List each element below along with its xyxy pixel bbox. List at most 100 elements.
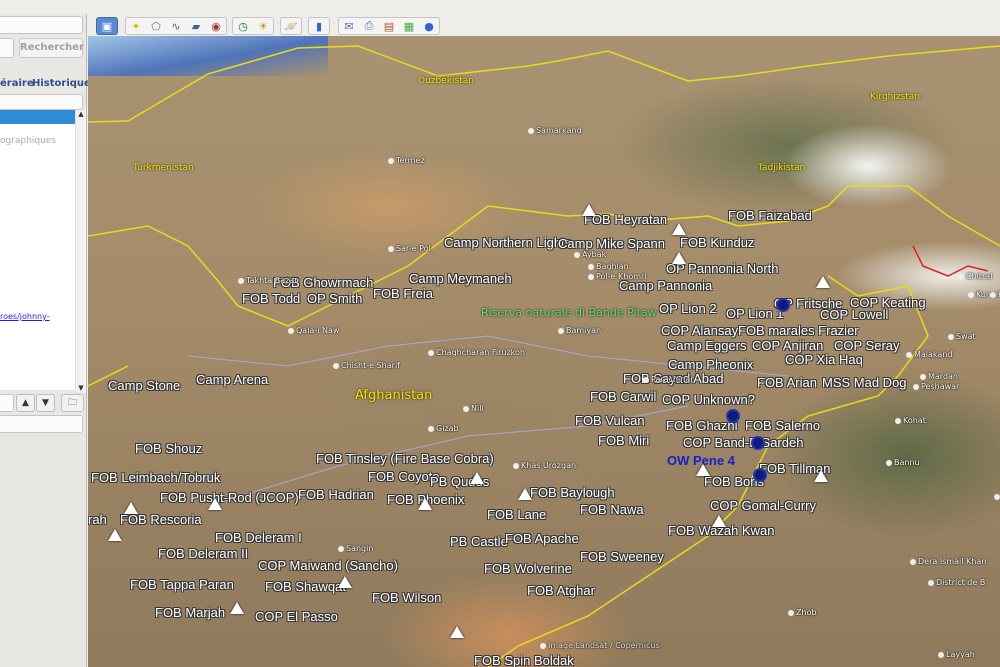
list-scrollbar[interactable]: ▲ ▼ bbox=[75, 110, 86, 392]
placemark-label[interactable]: FOB Sweeney bbox=[580, 549, 664, 564]
places-list[interactable]: ographiques roes/johnny- bbox=[0, 110, 75, 390]
placemark-label[interactable]: FOB Shouz bbox=[135, 441, 202, 456]
triangle-marker-icon[interactable] bbox=[696, 464, 710, 476]
placemark-label[interactable]: FOB Arian bbox=[757, 375, 817, 390]
placemark-label[interactable]: COP Maiwand (Sancho) bbox=[258, 558, 398, 573]
overlay-icon[interactable]: ▰ bbox=[186, 18, 206, 34]
scroll-up-icon[interactable]: ▲ bbox=[76, 110, 86, 118]
polygon-icon[interactable]: ⬠ bbox=[146, 18, 166, 34]
earth-icon[interactable]: ● bbox=[419, 18, 439, 34]
triangle-marker-icon[interactable] bbox=[338, 576, 352, 588]
placemark-label[interactable]: Camp Eggers bbox=[667, 338, 746, 353]
triangle-marker-icon[interactable] bbox=[712, 515, 726, 527]
placemark-label[interactable]: COP El Passo bbox=[255, 609, 338, 624]
path-icon[interactable]: ∿ bbox=[166, 18, 186, 34]
save-image-icon[interactable]: ▤ bbox=[379, 18, 399, 34]
placemark-label[interactable]: OP Lion 1 bbox=[726, 306, 784, 321]
search-input[interactable] bbox=[0, 38, 14, 58]
selected-list-item[interactable] bbox=[0, 110, 75, 124]
list-item[interactable]: ographiques bbox=[0, 136, 56, 146]
sunlight-icon[interactable]: ☀ bbox=[253, 18, 273, 34]
blue-circle-marker-icon[interactable] bbox=[776, 298, 790, 312]
placemark-label[interactable]: COP Xia Haq bbox=[785, 352, 863, 367]
placemark-label[interactable]: FOB Kunduz bbox=[680, 235, 754, 250]
placemark-label[interactable]: FOB Deleram I bbox=[215, 530, 302, 545]
triangle-marker-icon[interactable] bbox=[518, 488, 532, 500]
placemark-label[interactable]: FOB Atghar bbox=[527, 583, 595, 598]
placemark-label[interactable]: FOB Salerno bbox=[745, 418, 820, 433]
triangle-marker-icon[interactable] bbox=[816, 276, 830, 288]
triangle-marker-icon[interactable] bbox=[470, 472, 484, 484]
placemark-label[interactable]: COP Seray bbox=[834, 338, 900, 353]
tab-itinerary[interactable]: éraire bbox=[0, 78, 34, 89]
blue-circle-marker-icon[interactable] bbox=[751, 436, 765, 450]
placemark-label[interactable]: FOB Hadrian bbox=[298, 487, 374, 502]
placemark-label[interactable]: COP Lowell bbox=[820, 307, 888, 322]
triangle-marker-icon[interactable] bbox=[672, 252, 686, 264]
tab-history[interactable]: Historique bbox=[32, 78, 91, 89]
placemark-label[interactable]: FOB Apache bbox=[505, 531, 579, 546]
triangle-marker-icon[interactable] bbox=[230, 602, 244, 614]
placemark-label[interactable]: FOB Deleram II bbox=[158, 546, 248, 561]
placemark-label[interactable]: FOB Freia bbox=[373, 286, 433, 301]
placemark-label[interactable]: FOB Heyratan bbox=[584, 212, 667, 227]
print-icon[interactable]: ⎙ bbox=[359, 18, 379, 34]
blue-circle-marker-icon[interactable] bbox=[753, 468, 767, 482]
placemark-label[interactable]: COP Gomal-Curry bbox=[710, 498, 816, 513]
placemark-label[interactable]: FOB marales Frazier bbox=[738, 323, 859, 338]
placemark-label[interactable]: FOB Vulcan bbox=[575, 413, 645, 428]
placemark-label[interactable]: FOB Carwil bbox=[590, 389, 656, 404]
move-down-button[interactable]: ▼ bbox=[36, 394, 55, 412]
move-up-button[interactable]: ▲ bbox=[16, 394, 35, 412]
placemark-label[interactable]: OP Smith bbox=[307, 291, 362, 306]
list-link[interactable]: roes/johnny- bbox=[0, 312, 50, 321]
placemark-label[interactable]: FOB Tinsley (Fire Base Cobra) bbox=[316, 451, 494, 466]
placemark-label[interactable]: COP Band-E Sardeh bbox=[683, 435, 803, 450]
placemark-label[interactable]: rah bbox=[88, 512, 107, 527]
triangle-marker-icon[interactable] bbox=[108, 529, 122, 541]
history-icon[interactable]: ◷ bbox=[233, 18, 253, 34]
placemark-label[interactable]: Camp Mike Spann bbox=[558, 236, 665, 251]
placemark-label[interactable]: COP Anjiran bbox=[752, 338, 823, 353]
planet-icon[interactable]: 🪐 bbox=[281, 18, 301, 34]
triangle-marker-icon[interactable] bbox=[418, 498, 432, 510]
placemark-label[interactable]: FOB Lane bbox=[487, 507, 546, 522]
placemark-label[interactable]: FOB Tappa Paran bbox=[130, 577, 234, 592]
list-filter-input[interactable] bbox=[0, 394, 14, 412]
maps-icon[interactable]: ▦ bbox=[399, 18, 419, 34]
placemark-label[interactable]: MSS Mad Dog bbox=[822, 375, 907, 390]
placemark-label[interactable]: FOB Spin Boldak bbox=[474, 653, 574, 667]
placemark-label[interactable]: OP Lion 2 bbox=[659, 301, 717, 316]
triangle-marker-icon[interactable] bbox=[124, 502, 138, 514]
placemark-label[interactable]: PB Castle bbox=[450, 534, 508, 549]
search-button[interactable]: Rechercher bbox=[19, 38, 84, 58]
placemark-label[interactable]: Camp Arena bbox=[196, 372, 268, 387]
placemark-label[interactable]: FOB Pusht-Rod (JCOP) bbox=[160, 490, 299, 505]
placemark-label[interactable]: FOB Miri bbox=[598, 433, 649, 448]
triangle-marker-icon[interactable] bbox=[208, 498, 222, 510]
placemark-label[interactable]: FOB Wolverine bbox=[484, 561, 572, 576]
placemark-label[interactable]: FOB Shawqat bbox=[265, 579, 346, 594]
placemark-label[interactable]: Camp Stone bbox=[108, 378, 180, 393]
ruler-icon[interactable]: ▮ bbox=[309, 18, 329, 34]
placemark-label[interactable]: COP Alansay bbox=[661, 323, 738, 338]
placemark-label[interactable]: FOB Marjah bbox=[155, 605, 225, 620]
placemark-label[interactable]: FOB Baylough bbox=[530, 485, 615, 500]
placemark-label[interactable]: Camp Meymaneh bbox=[409, 271, 512, 286]
placemark-label[interactable]: FOB Todd bbox=[242, 291, 300, 306]
scroll-down-icon[interactable]: ▼ bbox=[76, 384, 86, 392]
folder-button[interactable]: 🗀 bbox=[61, 394, 84, 412]
sidebar-toggle-button[interactable]: ▣ bbox=[96, 17, 118, 35]
placemark-label[interactable]: FOB Faizabad bbox=[728, 208, 812, 223]
placemark-label[interactable]: FOB Rescoria bbox=[120, 512, 202, 527]
placemark-label[interactable]: FOB Leimbach/Tobruk bbox=[91, 470, 220, 485]
placemark-icon[interactable]: ✦ bbox=[126, 18, 146, 34]
placemark-label[interactable]: COP Unknown? bbox=[662, 392, 755, 407]
placemark-label[interactable]: Camp Northern Lights bbox=[444, 235, 571, 250]
triangle-marker-icon[interactable] bbox=[814, 470, 828, 482]
triangle-marker-icon[interactable] bbox=[672, 223, 686, 235]
earth-map-view[interactable]: Ouzbékistan Turkmenistan Tadjikistan Kir… bbox=[88, 36, 1000, 667]
blue-circle-marker-icon[interactable] bbox=[726, 409, 740, 423]
email-icon[interactable]: ✉ bbox=[339, 18, 359, 34]
placemark-label[interactable]: FOB Coyote bbox=[368, 469, 440, 484]
